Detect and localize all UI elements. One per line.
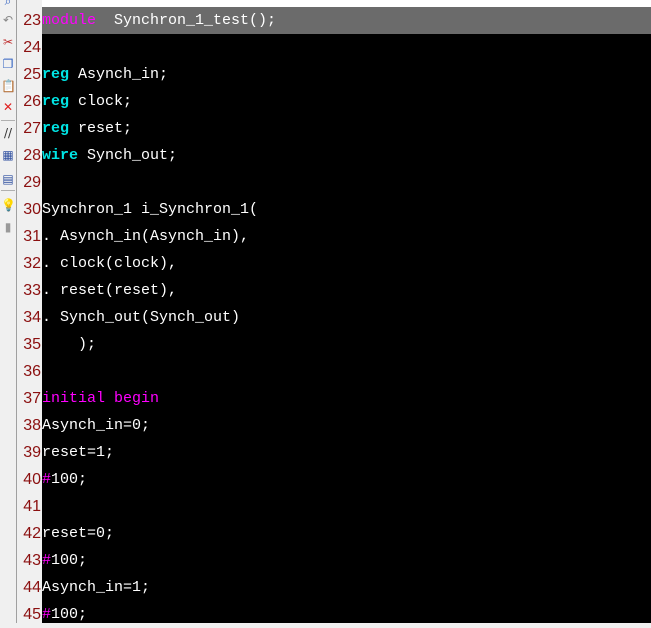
find-icon[interactable]: ⌕ <box>1 0 15 8</box>
code-text: Asynch_in=0; <box>42 417 151 434</box>
line-number: 45 <box>23 606 41 623</box>
code-text: Synchron_1 i_Synchron_1( <box>42 201 259 218</box>
line-number: 23 <box>23 12 41 29</box>
code-line[interactable]: reg Asynch_in; <box>42 61 651 88</box>
code-line[interactable]: ); <box>42 331 651 358</box>
code-line[interactable]: Asynch_in=0; <box>42 412 651 439</box>
code-line[interactable]: Asynch_in=1; <box>42 574 651 601</box>
code-keyword: reg <box>42 93 70 110</box>
code-text: . clock(clock), <box>42 255 178 272</box>
code-editor[interactable]: module Synchron_1_test(); reg Asynch_in; r… <box>42 0 651 623</box>
code-text: ); <box>42 336 97 353</box>
code-line[interactable]: . Asynch_in(Asynch_in), <box>42 223 651 250</box>
line-number: 30 <box>23 201 41 218</box>
code-keyword: reg <box>42 120 70 137</box>
line-number: 27 <box>23 120 41 137</box>
code-keyword: # <box>42 606 52 623</box>
code-keyword: wire <box>42 147 79 164</box>
line-number: 24 <box>23 39 41 56</box>
code-keyword: reg <box>42 66 70 83</box>
code-text: 100; <box>51 552 88 569</box>
code-line[interactable]: Synchron_1 i_Synchron_1( <box>42 196 651 223</box>
code-line[interactable]: wire Synch_out; <box>42 142 651 169</box>
line-number: 25 <box>23 66 41 83</box>
code-text: Asynch_in; <box>69 66 169 83</box>
code-text: clock; <box>69 93 133 110</box>
clear-icon[interactable]: ▮ <box>1 220 15 234</box>
code-line[interactable]: . Synch_out(Synch_out) <box>42 304 651 331</box>
code-text: Synch_out; <box>78 147 178 164</box>
code-text: . Synch_out(Synch_out) <box>42 309 241 326</box>
line-number: 40 <box>23 471 41 488</box>
code-text: Synchron_1_test(); <box>96 12 277 29</box>
hint-icon[interactable]: 💡 <box>1 198 16 212</box>
code-line[interactable]: #100; <box>42 601 651 628</box>
code-line[interactable]: reset=0; <box>42 520 651 547</box>
line-number: 28 <box>23 147 41 164</box>
line-number-gutter: 23 24 25 26 27 28 29 30 31 32 33 34 35 36 37 38 39 40 41 42… <box>17 0 42 623</box>
comment-icon[interactable]: // <box>1 126 15 140</box>
code-line[interactable] <box>42 493 651 520</box>
undo-icon[interactable]: ↶ <box>1 13 15 27</box>
line-number: 32 <box>23 255 41 272</box>
line-number: 38 <box>23 417 41 434</box>
code-line[interactable]: #100; <box>42 547 651 574</box>
code-line[interactable]: #100; <box>42 466 651 493</box>
code-text: . reset(reset), <box>42 282 178 299</box>
code-line[interactable] <box>42 34 651 61</box>
line-number: 29 <box>23 174 41 191</box>
line-number: 42 <box>23 525 41 542</box>
code-text: . Asynch_in(Asynch_in), <box>42 228 250 245</box>
code-line[interactable]: reg clock; <box>42 88 651 115</box>
code-line[interactable]: . clock(clock), <box>42 250 651 277</box>
line-number: 36 <box>23 363 41 380</box>
code-keyword: initial begin <box>42 390 160 407</box>
line-number: 33 <box>23 282 41 299</box>
code-keyword: module <box>42 12 97 29</box>
code-text: 100; <box>51 471 88 488</box>
line-number: 35 <box>23 336 41 353</box>
toolbar-separator <box>1 120 15 121</box>
toolbar-separator <box>1 190 15 191</box>
line-number: 44 <box>23 579 41 596</box>
copy-icon[interactable]: ❐ <box>1 57 15 71</box>
line-number: 41 <box>23 498 41 515</box>
bookmark-icon[interactable]: ▤ <box>1 172 15 186</box>
code-text: reset=1; <box>42 444 115 461</box>
editor-toolbar: ⌕ ↶ ✂ ❐ 📋 ✕ // ▦ ▤ 💡 ▮ <box>0 0 17 623</box>
line-number: 26 <box>23 93 41 110</box>
line-number: 31 <box>23 228 41 245</box>
block-select-icon[interactable]: ▦ <box>1 148 15 162</box>
line-number: 39 <box>23 444 41 461</box>
editor-top-strip <box>42 0 651 7</box>
code-line[interactable]: initial begin <box>42 385 651 412</box>
code-text: reset; <box>69 120 133 137</box>
cut-icon[interactable]: ✂ <box>1 35 15 49</box>
code-keyword: # <box>42 552 52 569</box>
code-text: reset=0; <box>42 525 115 542</box>
code-line[interactable] <box>42 169 651 196</box>
code-line-current[interactable]: module Synchron_1_test(); <box>42 7 651 34</box>
line-number: 43 <box>23 552 41 569</box>
code-line[interactable]: reg reset; <box>42 115 651 142</box>
delete-icon[interactable]: ✕ <box>1 100 15 114</box>
code-keyword: # <box>42 471 52 488</box>
line-number: 37 <box>23 390 41 407</box>
code-text: Asynch_in=1; <box>42 579 151 596</box>
code-line[interactable]: . reset(reset), <box>42 277 651 304</box>
code-line[interactable] <box>42 358 651 385</box>
paste-icon[interactable]: 📋 <box>1 79 16 93</box>
code-text: 100; <box>51 606 88 623</box>
line-number: 34 <box>23 309 41 326</box>
code-line[interactable]: reset=1; <box>42 439 651 466</box>
